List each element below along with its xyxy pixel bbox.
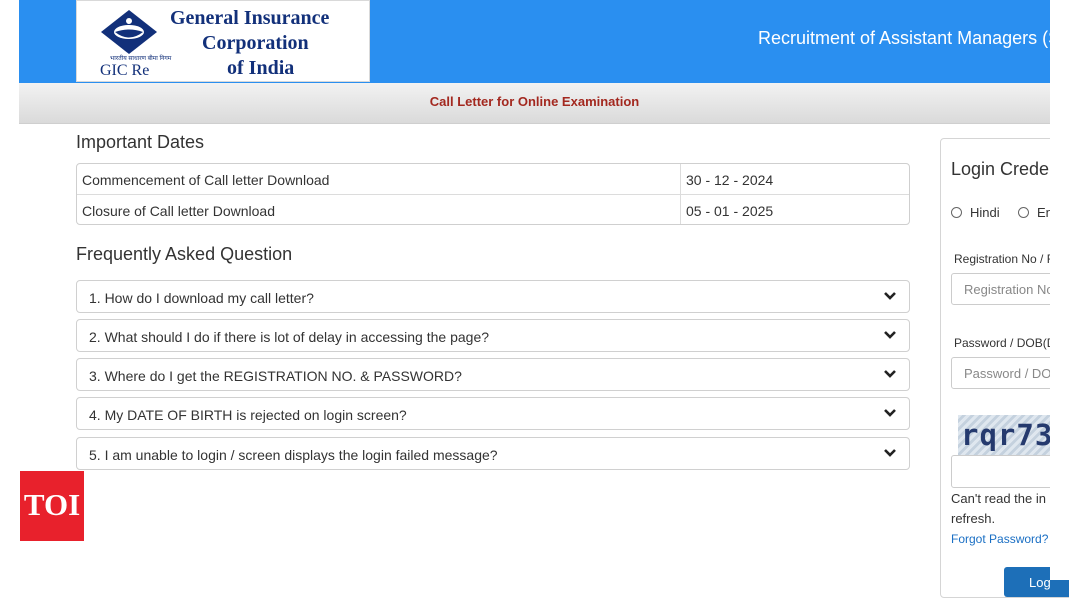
important-dates-table: Commencement of Call letter Download 30 … bbox=[76, 163, 910, 225]
faq-item-2[interactable]: 2. What should I do if there is lot of d… bbox=[76, 319, 910, 352]
site-header: General Insurance Corporation of India भ… bbox=[19, 0, 1060, 83]
registration-label: Registration No / R bbox=[954, 252, 1056, 266]
date-value: 05 - 01 - 2025 bbox=[686, 203, 774, 219]
date-value: 30 - 12 - 2024 bbox=[686, 172, 774, 188]
faq-question: 3. Where do I get the REGISTRATION NO. &… bbox=[89, 368, 462, 384]
table-row: Commencement of Call letter Download 30 … bbox=[77, 164, 909, 195]
faq-heading: Frequently Asked Question bbox=[76, 244, 293, 264]
password-label: Password / DOB(D bbox=[954, 336, 1056, 350]
captcha-image: rqr73 bbox=[958, 415, 1058, 455]
faq-item-4[interactable]: 4. My DATE OF BIRTH is rejected on login… bbox=[76, 397, 910, 430]
chevron-down-icon bbox=[884, 409, 896, 417]
logo-text-line1: General Insurance bbox=[170, 7, 330, 29]
radio-hindi-label: Hindi bbox=[970, 205, 1000, 220]
date-label: Commencement of Call letter Download bbox=[82, 172, 330, 188]
faq-question: 4. My DATE OF BIRTH is rejected on login… bbox=[89, 407, 407, 423]
faq-item-1[interactable]: 1. How do I download my call letter? bbox=[76, 280, 910, 313]
date-label: Closure of Call letter Download bbox=[82, 203, 275, 219]
captcha-text: rqr73 bbox=[961, 418, 1054, 452]
important-dates-heading: Important Dates bbox=[76, 132, 205, 152]
logo-text-line3: of India bbox=[227, 57, 295, 79]
call-letter-title: Call Letter for Online Examination bbox=[429, 94, 640, 109]
gic-logo[interactable]: General Insurance Corporation of India भ… bbox=[76, 0, 370, 82]
right-margin bbox=[1050, 0, 1069, 580]
chevron-down-icon bbox=[884, 449, 896, 457]
faq-item-5[interactable]: 5. I am unable to login / screen display… bbox=[76, 437, 910, 470]
logo-abbreviation: GIC Re bbox=[100, 62, 150, 79]
toi-watermark-text: TOI bbox=[23, 487, 81, 522]
chevron-down-icon bbox=[884, 370, 896, 378]
captcha-refresh-link[interactable]: refresh. bbox=[951, 511, 995, 526]
chevron-down-icon bbox=[884, 331, 896, 339]
table-row: Closure of Call letter Download 05 - 01 … bbox=[77, 195, 909, 224]
chevron-down-icon bbox=[884, 292, 896, 300]
logo-text-line2: Corporation bbox=[202, 32, 309, 54]
faq-question: 1. How do I download my call letter? bbox=[89, 290, 314, 306]
column-divider bbox=[680, 164, 681, 194]
faq-question: 2. What should I do if there is lot of d… bbox=[89, 329, 490, 345]
toi-watermark: TOI bbox=[20, 471, 84, 541]
login-title: Login Creden bbox=[951, 159, 1060, 179]
recruitment-title: Recruitment of Assistant Managers (S bbox=[758, 28, 1061, 48]
gic-emblem-icon bbox=[101, 10, 157, 54]
left-margin bbox=[0, 0, 19, 580]
forgot-password-link[interactable]: Forgot Password? bbox=[951, 532, 1048, 546]
logo-hindi-text: भारतीय साधारण बीमा निगम bbox=[110, 56, 172, 62]
radio-english[interactable] bbox=[1018, 207, 1029, 218]
column-divider bbox=[680, 195, 681, 224]
page-subtitle-bar: Call Letter for Online Examination bbox=[19, 83, 1050, 124]
faq-item-3[interactable]: 3. Where do I get the REGISTRATION NO. &… bbox=[76, 358, 910, 391]
captcha-help-text: Can't read the in bbox=[951, 491, 1046, 506]
faq-question: 5. I am unable to login / screen display… bbox=[89, 447, 498, 463]
radio-hindi[interactable] bbox=[951, 207, 962, 218]
